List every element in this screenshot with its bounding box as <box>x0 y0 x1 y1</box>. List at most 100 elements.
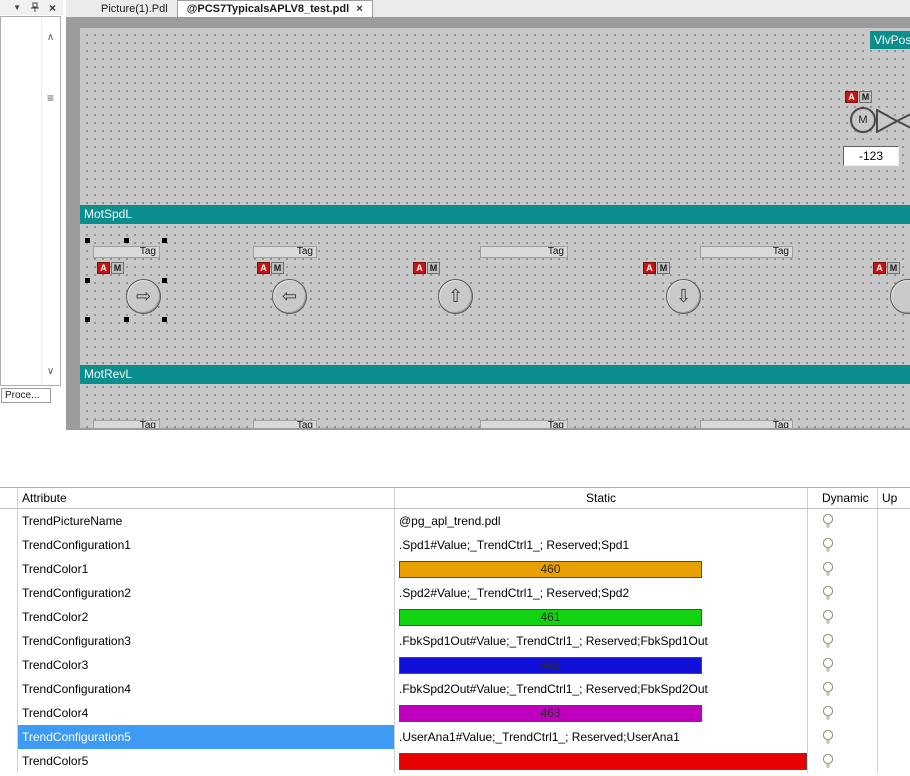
selection-handle[interactable] <box>85 278 90 283</box>
color-bar[interactable]: 463 <box>399 704 702 722</box>
motrevl-group-display[interactable]: MotRevL <box>80 365 910 384</box>
bulb-icon[interactable] <box>822 633 834 649</box>
static-cell[interactable]: .Spd2#Value;_TrendCtrl1_; Reserved;Spd2 <box>395 581 808 605</box>
static-cell[interactable]: .Spd1#Value;_TrendCtrl1_; Reserved;Spd1 <box>395 533 808 557</box>
color-bar[interactable] <box>399 752 807 770</box>
alarm-a-icon: A <box>873 262 886 274</box>
alarm-mode-badge[interactable]: A M <box>643 262 670 274</box>
bulb-icon[interactable] <box>822 537 834 553</box>
table-row[interactable]: TrendColor2 461 <box>0 605 910 629</box>
color-bar[interactable]: 462 <box>399 656 702 674</box>
tag-field[interactable]: Tag <box>480 420 568 428</box>
alarm-mode-badge[interactable]: A M <box>845 91 872 103</box>
table-row[interactable]: TrendConfiguration4 .FbkSpd2Out#Value;_T… <box>0 677 910 701</box>
motspdl-group-display[interactable]: MotSpdL <box>80 205 910 224</box>
static-cell[interactable] <box>395 749 808 773</box>
scrollbar[interactable]: ∧ ≡ ∨ <box>41 17 59 385</box>
vlvposl-group-display[interactable]: VlvPosL. <box>870 31 910 49</box>
attribute-cell[interactable]: TrendConfiguration2 <box>18 581 395 605</box>
static-cell[interactable]: 460 <box>395 557 808 581</box>
color-bar[interactable]: 460 <box>399 560 702 578</box>
bulb-icon[interactable] <box>822 729 834 745</box>
close-icon[interactable]: × <box>49 2 56 14</box>
mode-m-icon: M <box>657 262 670 274</box>
tag-field[interactable]: Tag <box>700 246 793 258</box>
bulb-icon[interactable] <box>822 753 834 769</box>
bulb-icon[interactable] <box>822 657 834 673</box>
tab-picture1[interactable]: Picture(1).Pdl <box>92 1 177 17</box>
selection-handle[interactable] <box>162 317 167 322</box>
tag-field[interactable]: Tag <box>480 246 568 258</box>
attribute-cell[interactable]: TrendColor2 <box>18 605 395 629</box>
static-cell[interactable]: @pg_apl_trend.pdl <box>395 509 808 533</box>
static-cell[interactable]: 463 <box>395 701 808 725</box>
alarm-mode-badge[interactable]: A M <box>873 262 900 274</box>
io-value-field[interactable]: -123 <box>843 146 899 166</box>
attribute-cell[interactable]: TrendConfiguration3 <box>18 629 395 653</box>
selection-handle[interactable] <box>124 238 129 243</box>
attribute-cell[interactable]: TrendConfiguration4 <box>18 677 395 701</box>
scroll-down-icon[interactable]: ∨ <box>42 367 59 377</box>
tag-field[interactable]: Tag <box>253 246 317 258</box>
color-bar[interactable]: 461 <box>399 608 702 626</box>
pin-icon[interactable] <box>30 2 40 13</box>
selection-handle[interactable] <box>85 317 90 322</box>
bulb-icon[interactable] <box>822 705 834 721</box>
attribute-cell[interactable]: TrendColor3 <box>18 653 395 677</box>
table-row[interactable]: TrendColor1 460 <box>0 557 910 581</box>
selection-handle[interactable] <box>162 278 167 283</box>
static-cell[interactable]: 462 <box>395 653 808 677</box>
attribute-cell[interactable]: TrendColor5 <box>18 749 395 773</box>
properties-panel: Attribute Static Dynamic Up TrendPicture… <box>0 487 910 776</box>
left-dock-panel: ▼ × ∧ ≡ ∨ Proce... <box>0 0 63 404</box>
table-row[interactable]: TrendConfiguration2 .Spd2#Value;_TrendCt… <box>0 581 910 605</box>
selection-handle[interactable] <box>85 238 90 243</box>
dock-list-area[interactable]: ∧ ≡ ∨ <box>0 16 61 386</box>
alarm-mode-badge[interactable]: A M <box>413 262 440 274</box>
scroll-thumb-grip-icon[interactable]: ≡ <box>42 92 59 104</box>
bulb-icon[interactable] <box>822 609 834 625</box>
attribute-cell[interactable]: TrendColor1 <box>18 557 395 581</box>
selection-handle[interactable] <box>162 238 167 243</box>
dock-tab-process[interactable]: Proce... <box>1 388 51 403</box>
bulb-icon[interactable] <box>822 513 834 529</box>
attribute-cell[interactable]: TrendConfiguration1 <box>18 533 395 557</box>
mode-m-icon: M <box>427 262 440 274</box>
arrow-button[interactable] <box>890 279 910 314</box>
design-canvas[interactable]: VlvPosL. A M M -123 MotSpdL Tag A M ⇨ <box>80 28 910 428</box>
static-cell[interactable]: .FbkSpd2Out#Value;_TrendCtrl1_; Reserved… <box>395 677 808 701</box>
mode-m-icon: M <box>859 91 872 103</box>
alarm-mode-badge[interactable]: A M <box>257 262 284 274</box>
tag-field[interactable]: Tag <box>93 420 160 428</box>
table-row[interactable]: TrendColor4 463 <box>0 701 910 725</box>
scroll-up-icon[interactable]: ∧ <box>42 33 59 43</box>
arrow-left-button[interactable]: ⇦ <box>272 279 307 314</box>
dock-titlebar: ▼ × <box>0 0 63 15</box>
attribute-cell[interactable]: TrendColor4 <box>18 701 395 725</box>
tab-pcs7typicals-test[interactable]: @PCS7TypicalsAPLV8_test.pdl × <box>176 0 373 17</box>
dropdown-icon[interactable]: ▼ <box>13 3 21 12</box>
bulb-icon[interactable] <box>822 561 834 577</box>
valve-symbol[interactable] <box>876 109 910 133</box>
table-row[interactable]: TrendConfiguration3 .FbkSpd1Out#Value;_T… <box>0 629 910 653</box>
tag-field[interactable]: Tag <box>253 420 317 428</box>
arrow-up-button[interactable]: ⇧ <box>438 279 473 314</box>
arrow-down-button[interactable]: ⇩ <box>666 279 701 314</box>
table-row[interactable]: TrendColor5 <box>0 749 910 773</box>
bulb-icon[interactable] <box>822 585 834 601</box>
motor-symbol[interactable]: M <box>850 107 876 133</box>
static-cell[interactable]: .FbkSpd1Out#Value;_TrendCtrl1_; Reserved… <box>395 629 808 653</box>
table-row[interactable]: TrendColor3 462 <box>0 653 910 677</box>
tag-field[interactable]: Tag <box>700 420 793 428</box>
table-row-selected[interactable]: TrendConfiguration5 .UserAna1#Value;_Tre… <box>0 725 910 749</box>
static-cell[interactable]: .UserAna1#Value;_TrendCtrl1_; Reserved;U… <box>395 725 808 749</box>
table-row[interactable]: TrendConfiguration1 .Spd1#Value;_TrendCt… <box>0 533 910 557</box>
attribute-cell[interactable]: TrendPictureName <box>18 509 395 533</box>
static-cell[interactable]: 461 <box>395 605 808 629</box>
bulb-icon[interactable] <box>822 681 834 697</box>
tab-close-icon[interactable]: × <box>356 3 362 15</box>
column-header-dynamic: Dynamic <box>808 488 878 508</box>
selection-handle[interactable] <box>124 317 129 322</box>
table-row[interactable]: TrendPictureName @pg_apl_trend.pdl <box>0 509 910 533</box>
attribute-cell[interactable]: TrendConfiguration5 <box>18 725 395 749</box>
